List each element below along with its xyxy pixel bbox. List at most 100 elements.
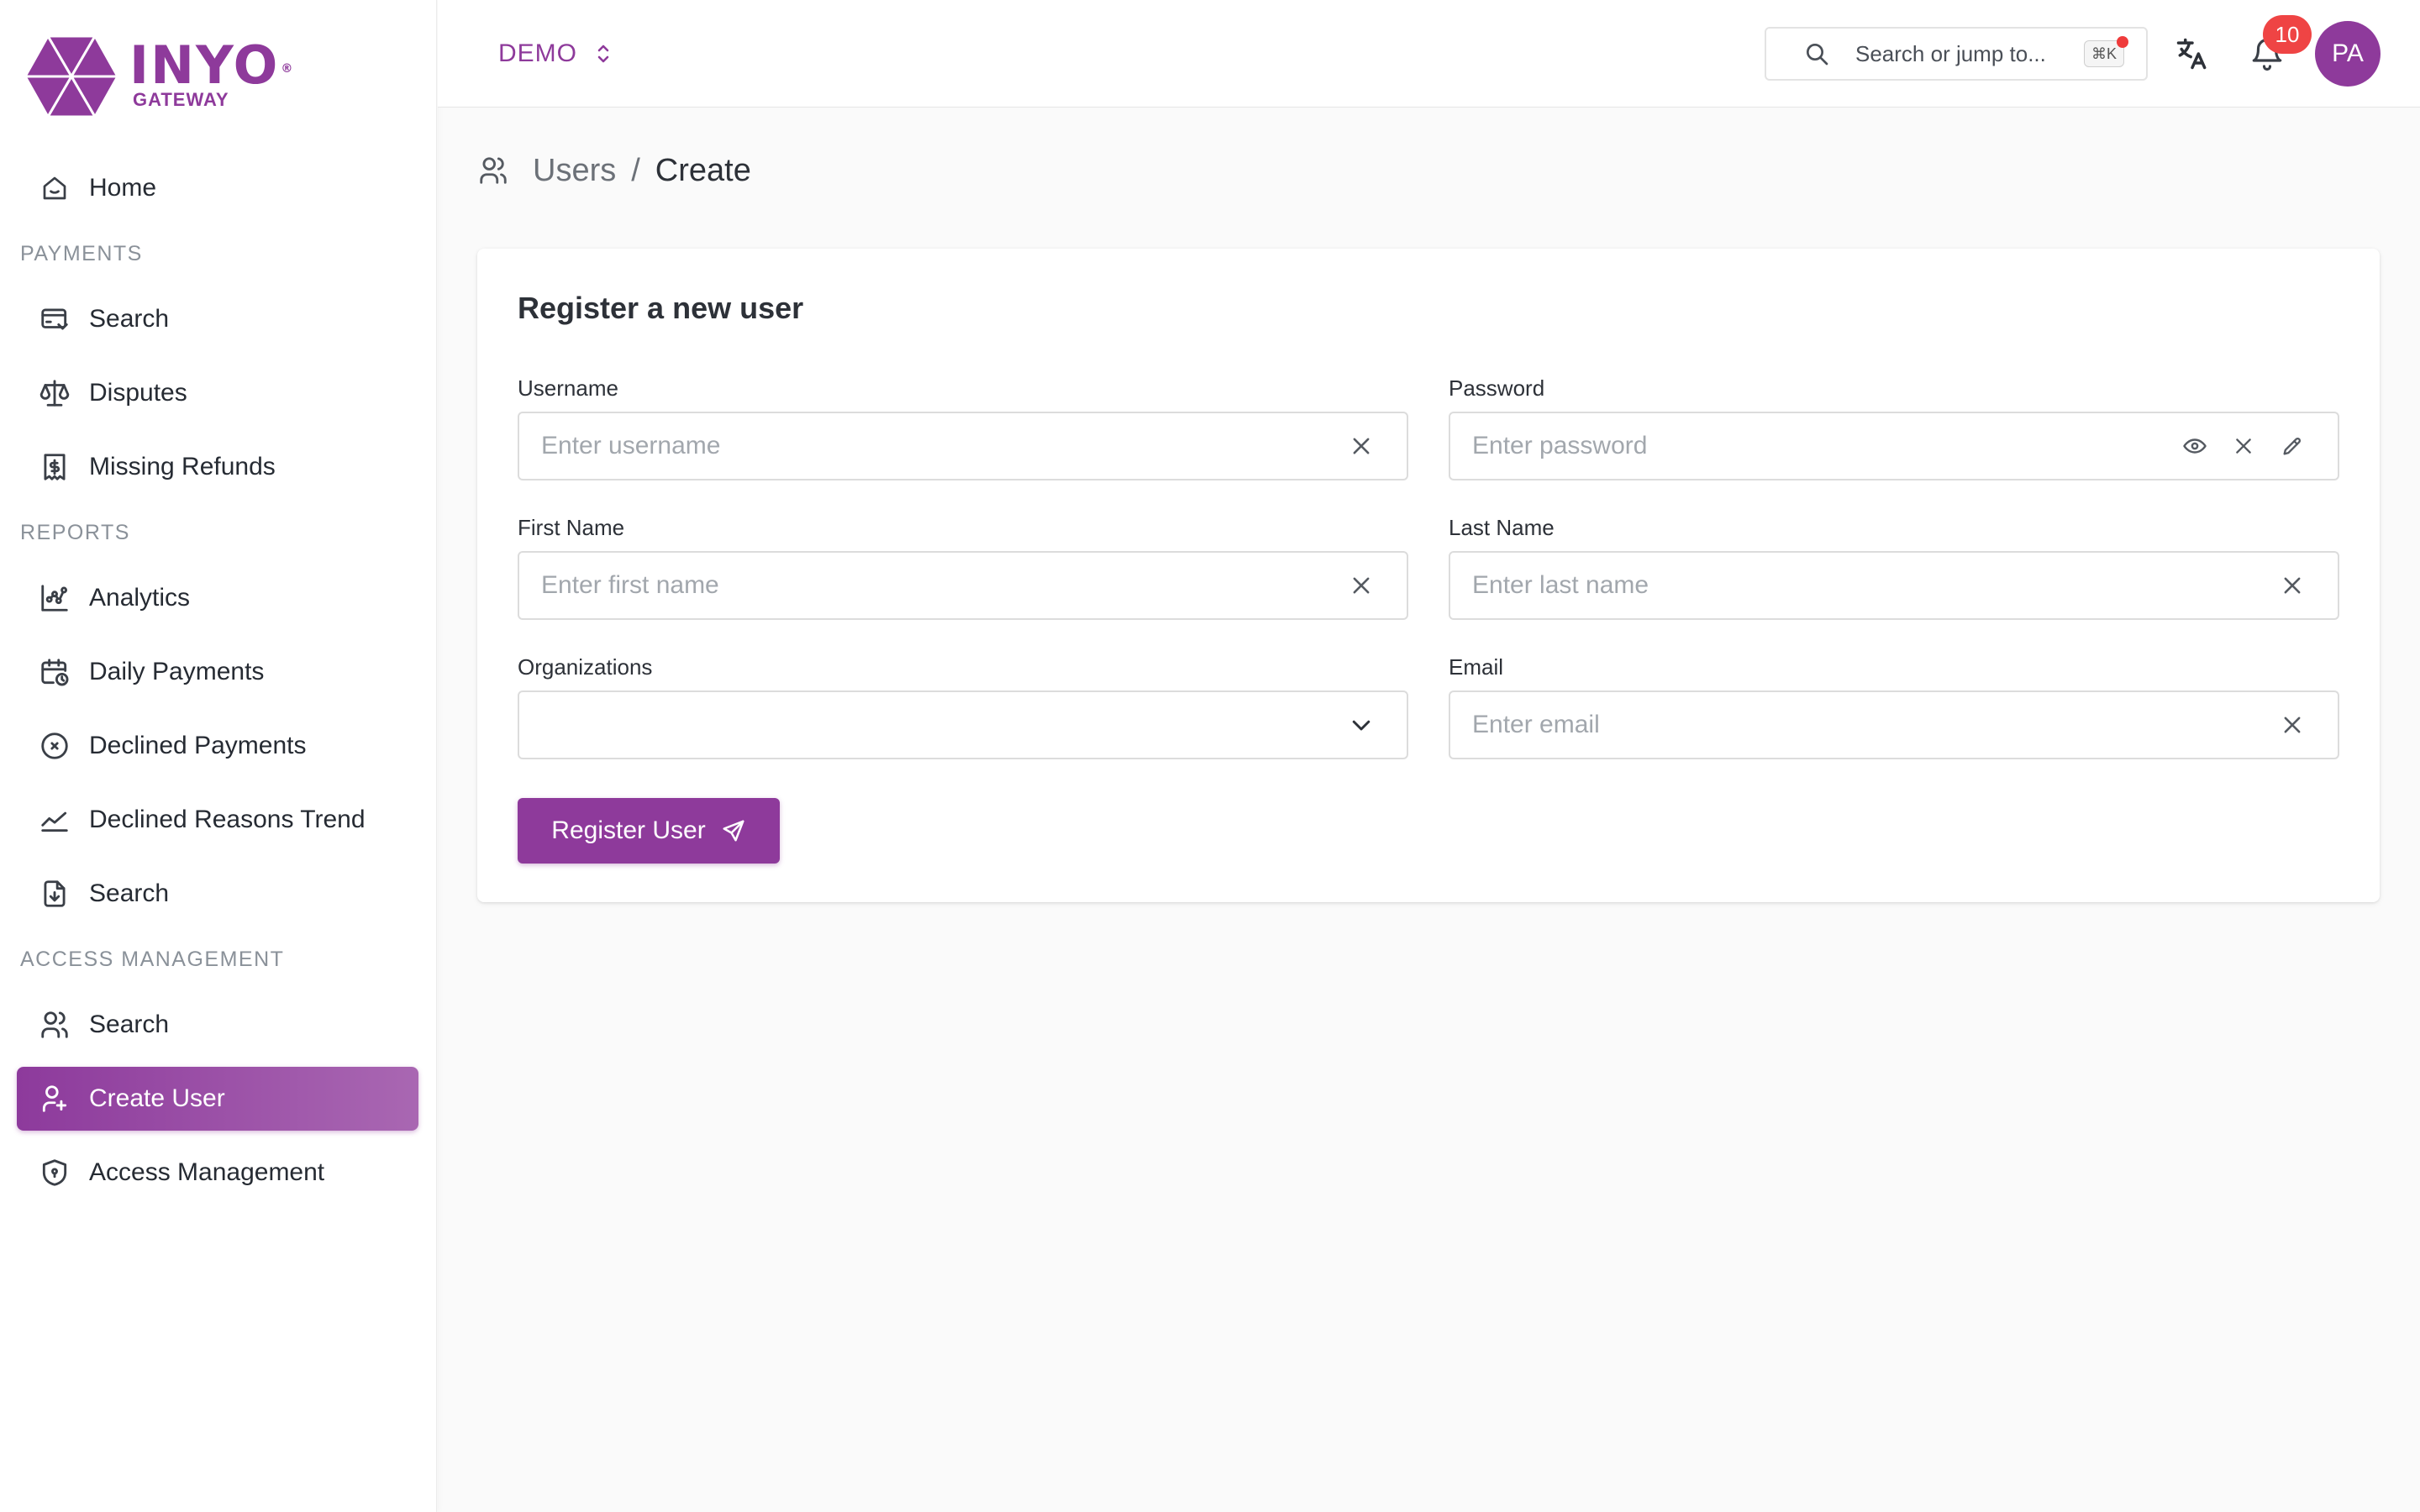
shortcut-text: ⌘K <box>2091 45 2117 62</box>
registered-mark: ® <box>281 62 295 76</box>
sidebar-item-missing-refunds[interactable]: Missing Refunds <box>17 435 418 499</box>
shortcut-hint: ⌘K <box>2083 36 2128 67</box>
last-name-input-wrapper <box>1449 551 2339 620</box>
analytics-icon <box>37 580 72 616</box>
chevron-down-icon <box>1344 708 1378 742</box>
last-name-label: Last Name <box>1449 515 1555 540</box>
first-name-input[interactable] <box>519 553 1344 618</box>
users-icon <box>477 155 509 186</box>
trend-icon <box>37 802 72 837</box>
environment-label: DEMO <box>498 39 577 67</box>
home-icon <box>37 171 72 206</box>
breadcrumb-current: Create <box>655 152 751 188</box>
scale-icon <box>37 375 72 411</box>
first-name-input-wrapper <box>518 551 1408 620</box>
sidebar-item-label: Search <box>89 879 170 907</box>
sidebar-item-analytics[interactable]: Analytics <box>17 566 418 630</box>
sidebar-item-label: Home <box>89 174 157 202</box>
global-search[interactable]: Search or jump to... ⌘K <box>1765 27 2148 81</box>
receipt-icon <box>37 449 72 485</box>
user-plus-icon <box>37 1081 72 1116</box>
username-input-wrapper <box>518 412 1408 480</box>
email-label: Email <box>1449 654 1504 680</box>
last-name-field: Last Name <box>1449 514 2339 620</box>
clear-icon[interactable] <box>1344 569 1378 602</box>
clear-icon[interactable] <box>1344 429 1378 463</box>
search-placeholder: Search or jump to... <box>1855 40 2046 66</box>
sidebar-item-declined-reasons-trend[interactable]: Declined Reasons Trend <box>17 788 418 852</box>
form-title: Register a new user <box>518 291 804 325</box>
translate-icon[interactable] <box>2174 35 2211 72</box>
sidebar-item-label: Access Management <box>89 1158 325 1186</box>
password-label: Password <box>1449 375 1545 401</box>
sidebar-item-label: Declined Reasons Trend <box>89 806 366 833</box>
username-label: Username <box>518 375 618 401</box>
breadcrumb-separator: / <box>631 152 640 188</box>
brand-name: INYO ® <box>129 39 292 92</box>
email-input-wrapper <box>1449 690 2339 759</box>
sidebar-item-daily-payments[interactable]: Daily Payments <box>17 640 418 704</box>
sidebar: INYO ® GATEWAY Home PAYMENTS Search Dispu… <box>0 0 437 1512</box>
sidebar-item-home[interactable]: Home <box>17 156 418 220</box>
organizations-select[interactable] <box>518 690 1408 759</box>
password-input[interactable] <box>1450 413 2178 479</box>
eye-icon[interactable] <box>2178 429 2212 463</box>
brand-name-text: INYO <box>129 34 280 96</box>
first-name-field: First Name <box>518 514 1408 620</box>
calendar-clock-icon <box>37 654 72 690</box>
sidebar-item-reports-search[interactable]: Search <box>17 862 418 926</box>
organizations-label: Organizations <box>518 654 653 680</box>
email-field: Email <box>1449 654 2339 759</box>
section-title-access-management: ACCESS MANAGEMENT <box>20 947 285 971</box>
password-field: Password <box>1449 375 2339 480</box>
user-avatar[interactable]: PA <box>2315 21 2381 87</box>
breadcrumb: Users / Create <box>477 150 751 192</box>
sidebar-nav: Home PAYMENTS Search Disputes Missing Re… <box>17 156 418 1215</box>
last-name-input[interactable] <box>1450 553 2275 618</box>
search-icon <box>1803 40 1830 67</box>
register-user-button[interactable]: Register User <box>518 798 780 864</box>
organizations-field: Organizations <box>518 654 1408 759</box>
sidebar-item-label: Missing Refunds <box>89 453 276 480</box>
environment-switcher[interactable]: DEMO <box>498 34 613 74</box>
top-header: DEMO Search or jump to... ⌘K 10 PA <box>438 0 2420 108</box>
first-name-label: First Name <box>518 515 625 540</box>
sidebar-item-label: Disputes <box>89 379 187 407</box>
sidebar-item-label: Analytics <box>89 584 191 612</box>
pencil-icon[interactable] <box>2275 429 2309 463</box>
clear-icon[interactable] <box>2275 708 2309 742</box>
section-title-payments: PAYMENTS <box>20 241 143 265</box>
hexagon-logo-icon <box>25 34 118 118</box>
shortcut-indicator-dot <box>2117 36 2128 48</box>
sidebar-item-label: Create User <box>89 1084 225 1112</box>
section-title-reports: REPORTS <box>20 520 130 544</box>
sidebar-item-label: Daily Payments <box>89 658 265 685</box>
register-user-card: Register a new user Username Password <box>477 249 2380 902</box>
sidebar-item-users-search[interactable]: Search <box>17 993 418 1057</box>
users-icon <box>37 1007 72 1042</box>
chevron-up-down-icon <box>594 41 613 66</box>
breadcrumb-users-link[interactable]: Users <box>533 153 616 189</box>
notification-badge: 10 <box>2263 15 2312 54</box>
brand-wordmark: INYO ® GATEWAY <box>129 39 292 111</box>
password-input-wrapper <box>1449 412 2339 480</box>
sidebar-item-create-user[interactable]: Create User <box>17 1067 418 1131</box>
send-icon <box>721 818 746 843</box>
clear-icon[interactable] <box>2227 429 2260 463</box>
x-circle-icon <box>37 728 72 764</box>
file-download-icon <box>37 876 72 911</box>
sidebar-item-label: Search <box>89 305 170 333</box>
register-user-label: Register User <box>551 816 706 844</box>
sidebar-item-payments-search[interactable]: Search <box>17 287 418 351</box>
sidebar-item-declined-payments[interactable]: Declined Payments <box>17 714 418 778</box>
card-search-icon <box>37 302 72 337</box>
sidebar-item-disputes[interactable]: Disputes <box>17 361 418 425</box>
sidebar-item-label: Search <box>89 1011 170 1038</box>
brand-logo[interactable]: INYO ® GATEWAY <box>25 30 328 123</box>
clear-icon[interactable] <box>2275 569 2309 602</box>
sidebar-item-label: Declined Payments <box>89 732 307 759</box>
username-input[interactable] <box>519 413 1344 479</box>
username-field: Username <box>518 375 1408 480</box>
sidebar-item-access-management[interactable]: Access Management <box>17 1141 418 1205</box>
email-input[interactable] <box>1450 692 2275 758</box>
